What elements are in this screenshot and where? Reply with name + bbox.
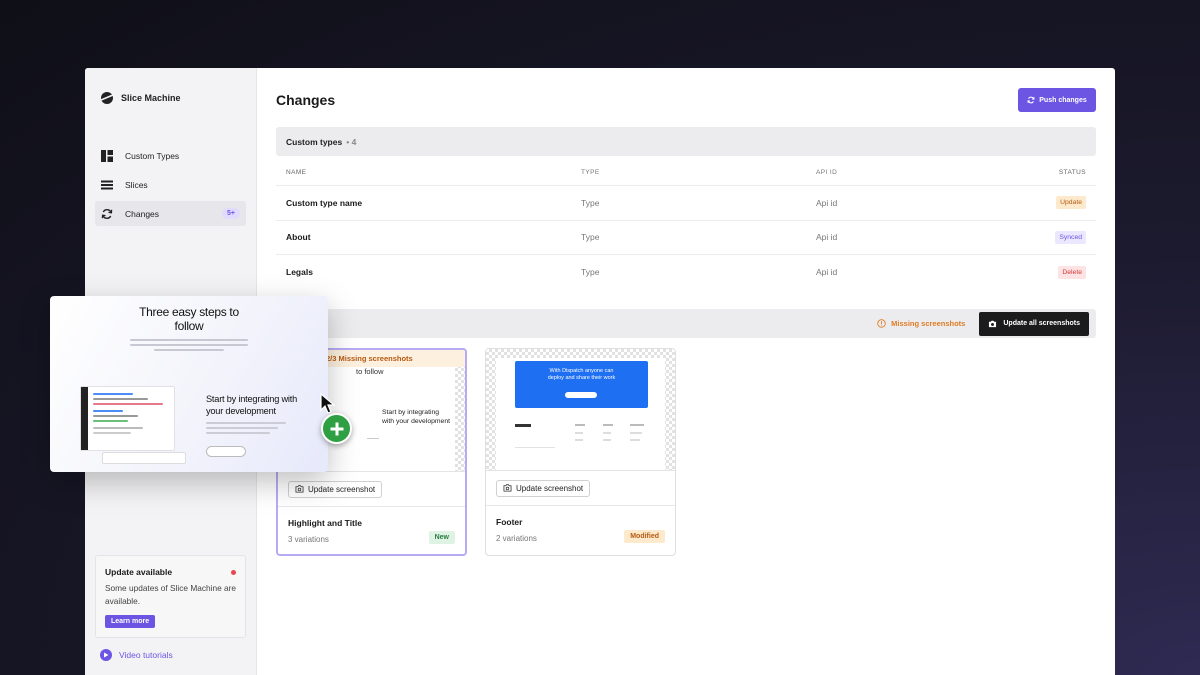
slice-name: Highlight and Title (288, 518, 362, 528)
table-header: NAME TYPE API ID STATUS (276, 160, 1096, 186)
slice-card-footer[interactable]: With Dispatch anyone can deploy and shar… (485, 348, 676, 556)
count-value: 4 (351, 136, 357, 147)
thumb-line (367, 438, 379, 439)
missing-screenshots-label: Missing screenshots (891, 319, 966, 328)
stack-icon (101, 179, 113, 191)
slice-name: Footer (496, 517, 523, 527)
update-title: Update available (105, 567, 173, 577)
update-screenshot-label: Update screenshot (308, 484, 376, 494)
update-available-card: Update available Some updates of Slice M… (95, 555, 246, 638)
slice-machine-logo-icon (100, 92, 114, 104)
status-badge: Update (1056, 196, 1086, 210)
status-badge: Delete (1058, 265, 1086, 279)
column-header-api-id: API ID (816, 169, 838, 176)
push-changes-button[interactable]: Push changes (1018, 88, 1096, 112)
thumb-subheading: Start by integrating with your developme… (382, 409, 451, 425)
update-text: Some updates of Slice Machine are availa… (105, 583, 236, 606)
row-api-id: Api id (816, 267, 838, 278)
status-badge: New (428, 531, 455, 544)
table-row[interactable]: About Type Api id Synced (276, 221, 1096, 255)
main-content: Changes Push changes Custom types • 4 NA… (257, 68, 1115, 675)
sidebar-item-label: Custom Types (125, 150, 180, 161)
thumb-heading: to follow (356, 367, 384, 376)
row-name: Custom type name (286, 197, 363, 208)
push-changes-label: Push changes (1039, 96, 1087, 104)
row-api-id: Api id (816, 232, 838, 243)
preview-input-box (102, 452, 186, 464)
thumb-hero-text: With Dispatch anyone can deploy and shar… (547, 368, 616, 381)
camera-icon (503, 484, 512, 492)
mouse-cursor-icon (320, 393, 336, 414)
sidebar-item-slices[interactable]: Slices (95, 172, 246, 197)
slice-thumbnail: With Dispatch anyone can deploy and shar… (486, 349, 675, 471)
changes-count-badge: 5+ (222, 208, 240, 219)
update-all-label: Update all screenshots (1003, 320, 1080, 327)
sidebar-item-label: Slices (125, 179, 148, 190)
row-type: Type (581, 197, 600, 208)
app-name: Slice Machine (121, 93, 181, 103)
row-type: Type (581, 267, 600, 278)
sidebar-item-custom-types[interactable]: Custom Types (95, 143, 246, 168)
preview-subtitle-lines (130, 339, 248, 351)
thumb-footer-links (515, 420, 648, 450)
thumb-hero-block: With Dispatch anyone can deploy and shar… (515, 361, 648, 408)
video-tutorials-link[interactable]: Video tutorials (100, 649, 173, 661)
learn-more-button[interactable]: Learn more (105, 615, 156, 628)
row-api-id: Api id (816, 197, 838, 208)
preview-pill-button (206, 446, 246, 457)
thumb-hero-button (565, 392, 597, 398)
update-screenshot-button[interactable]: Update screenshot (288, 480, 383, 498)
preview-title: Three easy steps to follow (139, 305, 239, 333)
preview-heading: Start by integrating with your developme… (206, 394, 298, 416)
section-title: Custom types (286, 136, 343, 147)
sidebar-nav: Custom Types Slices Changes 5+ (95, 143, 246, 230)
missing-screenshots-link[interactable]: Missing screenshots (877, 319, 965, 328)
sidebar-item-changes[interactable]: Changes 5+ (95, 201, 246, 226)
update-all-screenshots-button[interactable]: Update all screenshots (979, 311, 1089, 336)
column-header-name: NAME (286, 169, 307, 176)
sync-icon (1027, 96, 1035, 104)
update-screenshot-label: Update screenshot (516, 483, 584, 493)
update-screenshot-button[interactable]: Update screenshot (496, 479, 591, 497)
page-title: Changes (276, 92, 336, 108)
custom-types-section-header: Custom types • 4 (276, 127, 1096, 156)
custom-types-table: NAME TYPE API ID STATUS Custom type name… (276, 160, 1096, 290)
preview-code-editor (80, 386, 175, 451)
preview-body-lines (206, 422, 286, 437)
warning-circle-icon (877, 319, 886, 328)
row-name: About (286, 232, 311, 243)
status-badge: Modified (624, 530, 665, 543)
add-plus-icon (321, 413, 352, 444)
section-count: • 4 (346, 137, 356, 147)
camera-icon (989, 320, 997, 327)
table-row[interactable]: Legals Type Api id Delete (276, 255, 1096, 290)
sidebar-item-label: Changes (125, 208, 160, 219)
layout-icon (101, 149, 113, 162)
video-tutorials-label: Video tutorials (119, 650, 173, 660)
app-logo[interactable]: Slice Machine (100, 91, 181, 105)
column-header-type: TYPE (581, 169, 600, 176)
column-header-status: STATUS (1058, 169, 1086, 176)
table-row[interactable]: Custom type name Type Api id Update (276, 186, 1096, 221)
slices-section-header: Missing screenshots Update all screensho… (276, 309, 1096, 338)
camera-icon (295, 485, 304, 493)
play-icon (100, 649, 112, 661)
dragged-screenshot-preview[interactable]: Three easy steps to follow Start by inte… (50, 296, 328, 472)
count-separator: • (346, 136, 350, 147)
row-type: Type (581, 232, 600, 243)
status-badge: Synced (1055, 230, 1086, 244)
notification-dot (231, 570, 236, 575)
sync-icon (101, 208, 113, 220)
row-name: Legals (286, 267, 313, 278)
